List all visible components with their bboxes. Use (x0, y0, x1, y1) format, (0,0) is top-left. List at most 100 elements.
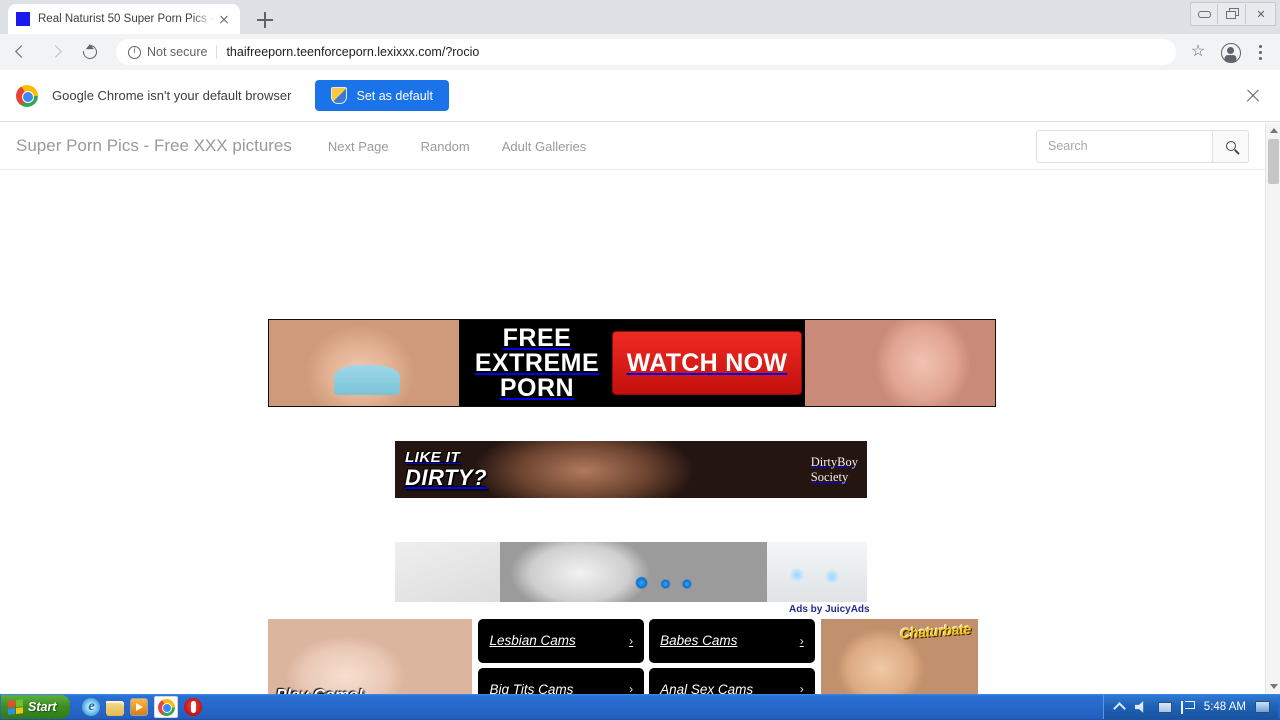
start-label: Start (28, 700, 57, 714)
nav-link-random[interactable]: Random (421, 139, 470, 154)
ad-banner2-line2: DIRTY? (405, 464, 488, 490)
search-icon (1225, 141, 1236, 151)
ad-banner2-brand-line1: DirtyBoy (810, 455, 858, 470)
windows-taskbar: Start 5:48 AM (0, 694, 1280, 720)
ad-banner3-panel-right (767, 542, 867, 602)
cam-button-label: Anal Sex Cams (660, 681, 754, 694)
cam-button-babes-cams[interactable]: Babes Cams › (649, 619, 815, 663)
start-button[interactable]: Start (1, 695, 71, 719)
close-window-button[interactable]: ✕ (1248, 4, 1274, 24)
infobar-message: Google Chrome isn't your default browser (52, 88, 292, 103)
browser-toolbar: Not secure thaifreeporn.teenforceporn.le… (0, 34, 1280, 70)
ad-banner-juicyads[interactable] (395, 542, 867, 602)
set-as-default-button[interactable]: Set as default (315, 80, 449, 111)
chaturbate-logo: Chaturbate (899, 620, 972, 642)
minimize-button[interactable] (1192, 4, 1218, 24)
volume-icon[interactable] (1134, 701, 1144, 713)
bookmark-star-icon[interactable]: ☆ (1184, 38, 1212, 66)
cam-category-grid: Lesbian Cams › Babes Cams › Big Tits Cam… (478, 619, 815, 694)
scroll-down-icon[interactable] (1266, 679, 1280, 694)
back-button[interactable] (8, 38, 36, 66)
google-chrome-icon[interactable] (154, 696, 179, 718)
play-game-label: Play Game! (276, 687, 363, 694)
nav-link-adult-galleries[interactable]: Adult Galleries (502, 139, 587, 154)
cam-button-anal-sex-cams[interactable]: Anal Sex Cams › (649, 667, 815, 694)
site-favicon-icon (16, 12, 30, 26)
close-tab-icon[interactable] (216, 11, 232, 27)
media-player-icon[interactable] (130, 698, 149, 716)
cam-button-label: Big Tits Cams (489, 681, 574, 694)
clock[interactable]: 5:48 AM (1204, 701, 1246, 713)
ad-banner2-brand-line2: Society (810, 469, 849, 484)
chevron-right-icon: › (799, 682, 804, 694)
ad-banner-dirtyboy-society[interactable]: LIKE IT DIRTY? DirtyBoy Society (395, 441, 867, 498)
flag-icon[interactable] (1180, 700, 1195, 714)
web-page: Super Porn Pics - Free XXX pictures Next… (0, 123, 1265, 694)
ad-banner2-line1: LIKE IT (405, 449, 461, 467)
ad-banner1-line2: EXTREME (474, 348, 600, 377)
nav-link-next-page[interactable]: Next Page (328, 139, 389, 154)
opera-browser-icon[interactable] (184, 698, 203, 716)
chaturbate-ad[interactable]: Chaturbate (820, 619, 978, 694)
cam-button-label: Lesbian Cams (489, 633, 576, 649)
default-browser-infobar: Google Chrome isn't your default browser… (0, 70, 1280, 122)
chevron-right-icon: › (799, 633, 804, 648)
cam-button-lesbian-cams[interactable]: Lesbian Cams › (478, 619, 645, 663)
ad-banner2-headline: LIKE IT DIRTY? (395, 450, 487, 489)
system-tray: 5:48 AM (1102, 695, 1278, 719)
ads-by-juicyads-label[interactable]: Ads by JuicyAds (789, 604, 870, 615)
cam-button-label: Babes Cams (660, 633, 738, 649)
page-scrollbar[interactable] (1265, 123, 1280, 694)
chevron-right-icon: › (629, 682, 634, 694)
chrome-menu-icon[interactable] (1248, 38, 1272, 66)
url-text: thaifreeporn.teenforceporn.lexixxx.com/?… (226, 45, 480, 59)
show-desktop-icon[interactable] (1255, 701, 1270, 713)
cam-button-big-tits-cams[interactable]: Big Tits Cams › (478, 667, 645, 694)
omnibox-divider (216, 45, 218, 59)
set-as-default-label: Set as default (356, 88, 433, 103)
scroll-up-icon[interactable] (1266, 123, 1280, 138)
search-submit-button[interactable] (1212, 129, 1249, 163)
shield-icon (331, 87, 348, 104)
address-bar[interactable]: Not secure thaifreeporn.teenforceporn.le… (116, 39, 1176, 65)
show-hidden-icons-icon[interactable] (1112, 700, 1126, 714)
ad-banner1-cta-wrap: WATCH NOW (609, 320, 805, 406)
info-icon[interactable] (128, 45, 141, 59)
site-nav: Next Page Random Adult Galleries (328, 139, 586, 154)
search-input[interactable] (1036, 129, 1212, 163)
site-header: Super Porn Pics - Free XXX pictures Next… (0, 123, 1265, 170)
ad-banner1-text: FREE EXTREME PORN (459, 320, 609, 406)
chevron-right-icon: › (629, 633, 634, 648)
restore-button[interactable] (1220, 4, 1246, 24)
internet-explorer-icon[interactable] (82, 698, 101, 716)
browser-window: Real Naturist 50 Super Porn Pics - Fr ✕ … (0, 0, 1280, 720)
browser-tab[interactable]: Real Naturist 50 Super Porn Pics - Fr (8, 4, 240, 34)
ad-photo-right (805, 320, 995, 406)
network-icon[interactable] (1157, 702, 1172, 713)
quick-launch-bar (82, 696, 203, 718)
ad-banner-free-extreme-porn[interactable]: FREE EXTREME PORN WATCH NOW (268, 319, 996, 407)
site-title: Super Porn Pics - Free XXX pictures (16, 136, 292, 155)
scrollbar-thumb[interactable] (1268, 139, 1279, 184)
new-tab-button[interactable] (252, 7, 278, 33)
profile-avatar-icon[interactable] (1216, 38, 1244, 66)
cams-section: Play Game! Lesbian Cams › Babes Cams › B… (268, 619, 978, 694)
reload-button[interactable] (76, 38, 104, 66)
tab-title: Real Naturist 50 Super Porn Pics - Fr (38, 13, 216, 25)
tab-strip: Real Naturist 50 Super Porn Pics - Fr ✕ (0, 0, 1280, 34)
chrome-logo-icon (16, 84, 38, 107)
ad-banner3-panel-left (395, 542, 500, 602)
ad-banner3-panel-center (500, 542, 767, 602)
forward-button[interactable] (42, 38, 70, 66)
window-controls: ✕ (1190, 2, 1276, 26)
security-status: Not secure (147, 45, 208, 59)
ad-photo-left (269, 320, 459, 406)
ad-banner2-brand: DirtyBoy Society (811, 455, 867, 484)
play-game-ad[interactable]: Play Game! (268, 619, 473, 694)
search-box (1036, 129, 1249, 163)
close-infobar-icon[interactable] (1242, 85, 1264, 107)
watch-now-button[interactable]: WATCH NOW (612, 331, 802, 395)
file-explorer-icon[interactable] (106, 700, 125, 716)
ad-banner1-line1: FREE (502, 323, 572, 352)
ad-banner1-line3: PORN (499, 373, 575, 402)
